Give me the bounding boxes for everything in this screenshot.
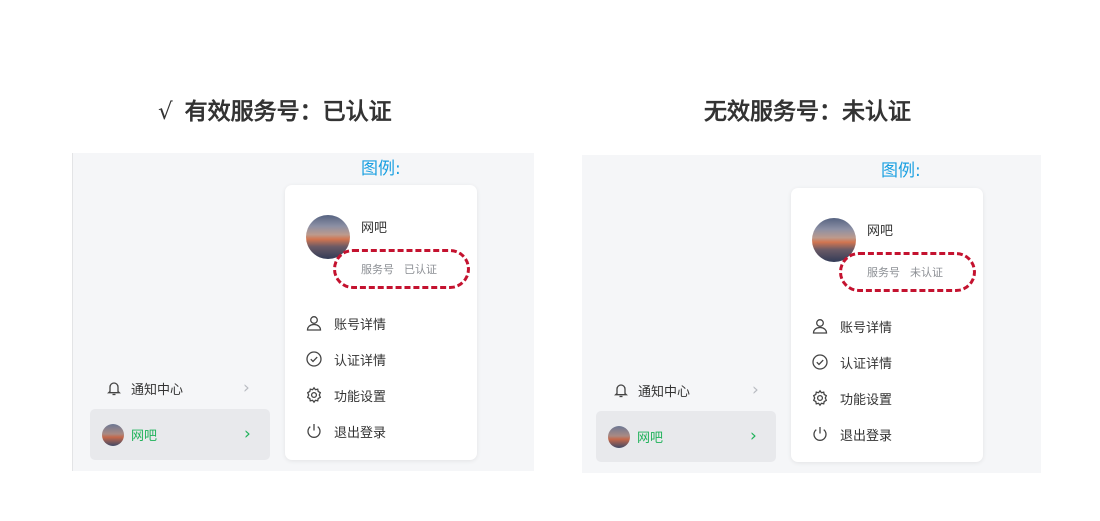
user-label: 网吧 <box>131 429 158 444</box>
menu-item-logout[interactable]: 退出登录 <box>305 413 386 449</box>
highlight-oval <box>333 249 470 289</box>
valid-example-panel: 图例: 通知中心 › 网吧 › 网吧 服务号 已认证 账号详情 认证详情 功能设… <box>72 153 534 471</box>
chevron-right-icon: › <box>752 380 759 400</box>
highlight-oval <box>839 252 976 292</box>
menu-item-verification-details[interactable]: 认证详情 <box>305 341 386 377</box>
notifications-label: 通知中心 <box>131 382 184 398</box>
bell-icon <box>614 384 628 398</box>
power-icon <box>813 427 827 441</box>
legend-label: 图例: <box>361 159 401 179</box>
chevron-right-icon: › <box>243 378 250 398</box>
user-label: 网吧 <box>637 431 664 446</box>
avatar <box>102 423 124 446</box>
account-popover: 网吧 服务号 未认证 账号详情 认证详情 功能设置 退出登录 <box>791 188 983 462</box>
avatar <box>608 425 630 448</box>
user-icon <box>812 319 828 334</box>
menu-item-verification-details[interactable]: 认证详情 <box>811 344 892 380</box>
user-icon <box>306 316 322 331</box>
notifications-label: 通知中心 <box>638 384 691 400</box>
valid-account-heading: √ 有效服务号：已认证 <box>158 92 392 126</box>
menu-item-label: 认证详情 <box>334 353 387 369</box>
account-name: 网吧 <box>361 221 388 236</box>
invalid-account-title: 无效服务号：未认证 <box>704 99 911 125</box>
power-icon <box>307 424 321 438</box>
menu-item-label: 退出登录 <box>334 425 387 441</box>
account-popover: 网吧 服务号 已认证 账号详情 认证详情 功能设置 退出登录 <box>285 185 477 460</box>
menu-item-account-details[interactable]: 账号详情 <box>811 308 892 344</box>
sidebar-item-user[interactable]: 网吧 › <box>90 409 270 460</box>
menu-item-label: 账号详情 <box>334 317 387 333</box>
sidebar-item-notifications[interactable]: 通知中心 › <box>105 377 265 399</box>
menu-item-settings[interactable]: 功能设置 <box>811 380 892 416</box>
gear-icon <box>306 386 322 404</box>
check-mark: √ <box>158 99 173 125</box>
gear-icon <box>812 389 828 407</box>
menu-item-label: 功能设置 <box>840 392 893 408</box>
menu-item-logout[interactable]: 退出登录 <box>811 416 892 452</box>
chevron-right-icon: › <box>244 424 251 444</box>
menu-item-label: 功能设置 <box>334 389 387 405</box>
valid-account-title: 有效服务号：已认证 <box>184 99 392 125</box>
menu-item-settings[interactable]: 功能设置 <box>305 377 386 413</box>
menu-item-label: 认证详情 <box>840 356 893 372</box>
menu-item-account-details[interactable]: 账号详情 <box>305 305 386 341</box>
check-circle-icon <box>812 354 828 370</box>
chevron-right-icon: › <box>750 426 757 446</box>
menu-item-label: 账号详情 <box>840 320 893 336</box>
legend-label: 图例: <box>881 161 921 181</box>
account-name: 网吧 <box>867 224 894 239</box>
bell-icon <box>107 382 121 396</box>
account-menu: 账号详情 认证详情 功能设置 退出登录 <box>811 308 892 452</box>
sidebar-item-user[interactable]: 网吧 › <box>596 411 776 462</box>
menu-item-label: 退出登录 <box>840 428 893 444</box>
invalid-example-panel: 图例: 通知中心 › 网吧 › 网吧 服务号 未认证 账号详情 认证详情 功能设… <box>582 155 1041 473</box>
check-circle-icon <box>306 351 322 367</box>
sidebar-item-notifications[interactable]: 通知中心 › <box>612 379 772 401</box>
account-menu: 账号详情 认证详情 功能设置 退出登录 <box>305 305 386 449</box>
invalid-account-heading: 无效服务号：未认证 <box>704 92 911 126</box>
